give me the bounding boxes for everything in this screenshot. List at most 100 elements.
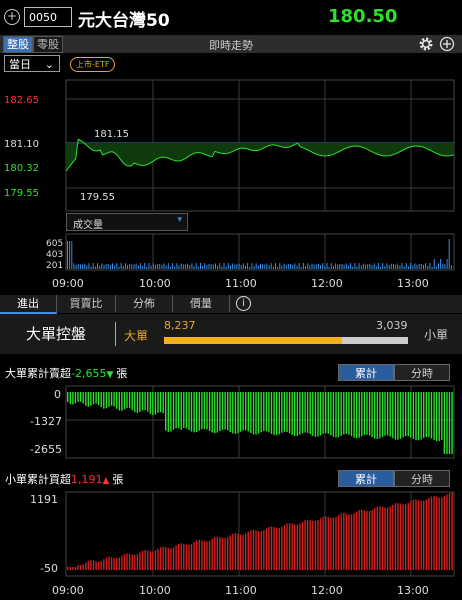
big-order-bar <box>92 392 95 405</box>
volume-bar <box>356 266 358 269</box>
tab-price-volume[interactable]: 價量 <box>173 295 230 312</box>
big-chart-toggle-cumulative[interactable]: 累計 <box>338 364 394 381</box>
small-order-bar <box>172 547 175 570</box>
big-order-bar <box>301 392 304 434</box>
small-chart-toggle-cumulative[interactable]: 累計 <box>338 470 394 487</box>
volume-bar <box>309 265 311 269</box>
volume-bar <box>116 263 118 269</box>
volume-bar <box>315 264 317 269</box>
volume-bar <box>339 263 341 269</box>
big-order-bar <box>116 392 118 409</box>
big-order-bar <box>371 392 373 438</box>
volume-bar <box>174 266 176 269</box>
big-order-bar <box>147 392 149 412</box>
small-order-bar <box>276 527 278 570</box>
big-order-bar <box>190 392 193 432</box>
small-order-bar <box>361 509 363 570</box>
tab-distribution[interactable]: 分佈 <box>116 295 173 312</box>
small-order-bar <box>131 554 133 570</box>
big-order-bar <box>353 392 355 438</box>
add-panel-icon[interactable] <box>439 36 455 52</box>
volume-bar <box>450 265 452 269</box>
big-y-label-mid: -1327 <box>30 415 62 428</box>
info-icon[interactable]: i <box>236 296 251 311</box>
y-label-open: 180.32 <box>4 163 39 174</box>
big-order-bar <box>350 392 353 437</box>
volume-bar <box>384 265 386 269</box>
small-order-bar <box>245 533 247 570</box>
volume-bar <box>257 265 259 269</box>
small-order-bar <box>309 520 311 570</box>
vol-label-201: 201 <box>46 261 63 271</box>
volume-bar <box>234 264 236 269</box>
big-order-bar <box>386 392 389 436</box>
volume-bar <box>150 265 152 269</box>
plus-circle-icon[interactable]: + <box>4 9 20 25</box>
tab-buy-sell-ratio[interactable]: 買賣比 <box>57 295 116 312</box>
big-order-bar <box>227 392 229 431</box>
volume-bar <box>420 263 422 269</box>
volume-bar <box>313 264 315 269</box>
stock-code-input[interactable]: 0050 <box>24 7 72 27</box>
big-order-bar <box>201 392 203 430</box>
volume-bar <box>401 263 403 269</box>
volume-bar <box>99 265 101 269</box>
small-order-bar <box>190 543 193 570</box>
big-order-bar <box>281 392 283 433</box>
big-order-bar <box>263 392 265 432</box>
small-order-bar <box>247 531 249 570</box>
small-order-bar <box>147 550 149 570</box>
volume-bar <box>285 264 287 269</box>
big-order-bar <box>154 392 157 415</box>
small-order-bar <box>335 516 337 570</box>
big-order-bar <box>356 392 358 439</box>
big-order-bar <box>108 392 110 407</box>
big-order-bar <box>332 392 335 437</box>
volume-bar <box>352 266 354 269</box>
tab-flow[interactable]: 進出 <box>0 295 57 314</box>
small-order-bar <box>69 567 71 570</box>
small-x-label-1100: 11:00 <box>225 584 257 597</box>
volume-bar <box>358 263 360 269</box>
big-order-bar <box>175 392 177 429</box>
volume-bar <box>433 259 435 269</box>
small-order-bar <box>188 544 190 570</box>
volume-bar <box>236 264 238 269</box>
big-order-bar <box>157 392 159 413</box>
small-order-bar <box>389 506 391 570</box>
small-order-bar <box>363 510 366 570</box>
small-chart-title-prefix: 小單累計買超 <box>5 473 71 486</box>
big-order-bar <box>131 392 133 411</box>
big-order-bar <box>291 392 293 435</box>
small-order-bar <box>162 546 164 570</box>
big-y-label-0: 0 <box>54 388 61 401</box>
big-order-bar <box>278 392 280 435</box>
period-select[interactable]: 當日 ⌄ <box>4 55 60 72</box>
big-y-label-min: -2655 <box>30 443 62 456</box>
volume-bar <box>260 263 261 269</box>
big-order-bar <box>335 392 337 438</box>
small-order-bar <box>327 516 329 570</box>
volume-bar <box>390 263 392 269</box>
small-order-bar <box>451 492 453 570</box>
small-order-bar <box>317 520 319 570</box>
volume-bar <box>354 263 356 269</box>
small-order-bar <box>177 544 180 570</box>
volume-bar <box>210 264 212 269</box>
small-order-bar <box>312 521 314 570</box>
volume-bar <box>77 263 79 269</box>
volume-bar <box>139 263 141 269</box>
volume-bar <box>178 265 180 269</box>
big-chart-toggle-intraday[interactable]: 分時 <box>394 364 450 381</box>
small-chart-toggle-intraday[interactable]: 分時 <box>394 470 450 487</box>
volume-bar <box>189 265 191 269</box>
volume-select[interactable]: 成交量 ▾ <box>66 213 188 231</box>
small-order-bar <box>273 527 275 570</box>
big-order-bar <box>417 392 420 441</box>
big-order-bar <box>255 392 257 435</box>
small-order-bar <box>134 554 136 570</box>
volume-bar <box>343 264 345 269</box>
x-label-1300: 13:00 <box>397 277 429 290</box>
big-order-bar <box>229 392 231 432</box>
gear-icon[interactable] <box>418 36 434 52</box>
